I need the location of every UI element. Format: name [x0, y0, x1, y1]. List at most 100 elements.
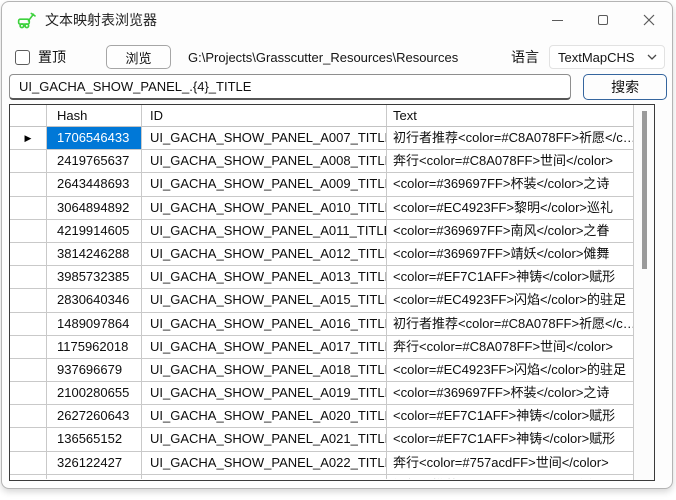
- cell-text[interactable]: <color=#EC4923FF>黎明</color>巡礼: [387, 197, 633, 219]
- cell-id[interactable]: UI_GACHA_SHOW_PANEL_A009_TITLE: [142, 173, 387, 195]
- search-input[interactable]: [9, 74, 571, 100]
- cell-hash[interactable]: [47, 475, 142, 479]
- search-row: 搜索: [2, 73, 672, 101]
- cell-hash[interactable]: 3064894892: [47, 197, 142, 219]
- table-row[interactable]: ▶ 1706546433 UI_GACHA_SHOW_PANEL_A007_TI…: [10, 127, 633, 150]
- table-row[interactable]: 2830640346 UI_GACHA_SHOW_PANEL_A015_TITL…: [10, 289, 633, 312]
- cell-hash[interactable]: 2643448693: [47, 173, 142, 195]
- cell-text[interactable]: <color=#369697FF>靖妖</color>傩舞: [387, 243, 633, 265]
- cell-id[interactable]: UI_GACHA_SHOW_PANEL_A015_TITLE: [142, 289, 387, 311]
- maximize-button[interactable]: [580, 2, 626, 38]
- cell-text[interactable]: <color=#369697FF>南风</color>之眷: [387, 220, 633, 242]
- cell-id[interactable]: [142, 475, 387, 479]
- cell-text[interactable]: <color=#EC4923FF>闪焰</color>的驻足: [387, 359, 633, 381]
- table-row[interactable]: 2643448693 UI_GACHA_SHOW_PANEL_A009_TITL…: [10, 173, 633, 196]
- cell-id[interactable]: UI_GACHA_SHOW_PANEL_A007_TITLE: [142, 127, 387, 149]
- cell-hash[interactable]: 2627260643: [47, 405, 142, 427]
- grid-header-row: Hash ID Text: [10, 105, 633, 127]
- cell-hash[interactable]: 3985732385: [47, 266, 142, 288]
- row-selector-header[interactable]: [10, 105, 47, 126]
- cell-hash[interactable]: 2100280655: [47, 382, 142, 404]
- table-row[interactable]: 1175962018 UI_GACHA_SHOW_PANEL_A017_TITL…: [10, 336, 633, 359]
- table-row[interactable]: 136565152 UI_GACHA_SHOW_PANEL_A021_TITLE…: [10, 428, 633, 451]
- cell-id[interactable]: UI_GACHA_SHOW_PANEL_A011_TITLE: [142, 220, 387, 242]
- cell-id[interactable]: UI_GACHA_SHOW_PANEL_A016_TITLE: [142, 313, 387, 335]
- cell-text[interactable]: <color=#EF7C1AFF>神铸</color>赋形: [387, 405, 633, 427]
- row-selector-cell[interactable]: [10, 405, 47, 427]
- cell-hash[interactable]: 136565152: [47, 428, 142, 450]
- cell-text[interactable]: 奔行<color=#757acdFF>世间</color>: [387, 452, 633, 474]
- cell-id[interactable]: UI_GACHA_SHOW_PANEL_A010_TITLE: [142, 197, 387, 219]
- cell-id[interactable]: UI_GACHA_SHOW_PANEL_A013_TITLE: [142, 266, 387, 288]
- cell-id[interactable]: UI_GACHA_SHOW_PANEL_A021_TITLE: [142, 428, 387, 450]
- cell-text[interactable]: <color=#369697FF>杯装</color>之诗: [387, 173, 633, 195]
- row-selector-cell[interactable]: [10, 243, 47, 265]
- cell-text[interactable]: 初行者推荐<color=#C8A078FF>祈愿</c…: [387, 313, 633, 335]
- row-selector-cell[interactable]: ▶: [10, 127, 47, 149]
- pin-on-top-checkbox[interactable]: [15, 50, 30, 65]
- table-row[interactable]: 3814246288 UI_GACHA_SHOW_PANEL_A012_TITL…: [10, 243, 633, 266]
- cell-text[interactable]: 初行者推荐<color=#C8A078FF>祈愿</c…: [387, 127, 633, 149]
- row-selector-cell[interactable]: [10, 336, 47, 358]
- scrollbar-thumb[interactable]: [642, 111, 647, 269]
- cell-hash[interactable]: 1489097864: [47, 313, 142, 335]
- row-selector-cell[interactable]: [10, 173, 47, 195]
- row-selector-cell[interactable]: [10, 452, 47, 474]
- table-row[interactable]: 4219914605 UI_GACHA_SHOW_PANEL_A011_TITL…: [10, 220, 633, 243]
- cell-id[interactable]: UI_GACHA_SHOW_PANEL_A019_TITLE: [142, 382, 387, 404]
- cell-id[interactable]: UI_GACHA_SHOW_PANEL_A022_TITLE: [142, 452, 387, 474]
- row-selector-cell[interactable]: [10, 197, 47, 219]
- row-selector-cell[interactable]: [10, 220, 47, 242]
- row-selector-cell[interactable]: [10, 382, 47, 404]
- table-row[interactable]: 937696679 UI_GACHA_SHOW_PANEL_A018_TITLE…: [10, 359, 633, 382]
- cell-text[interactable]: <color=#369697FF>杯装</color>之诗: [387, 382, 633, 404]
- row-selector-cell[interactable]: [10, 475, 47, 479]
- cell-id[interactable]: UI_GACHA_SHOW_PANEL_A018_TITLE: [142, 359, 387, 381]
- cell-hash[interactable]: 326122427: [47, 452, 142, 474]
- resources-path: G:\Projects\Grasscutter_Resources\Resour…: [188, 50, 458, 65]
- cell-id[interactable]: UI_GACHA_SHOW_PANEL_A020_TITLE: [142, 405, 387, 427]
- column-header-text[interactable]: Text: [387, 105, 633, 126]
- table-row[interactable]: 2100280655 UI_GACHA_SHOW_PANEL_A019_TITL…: [10, 382, 633, 405]
- cell-hash[interactable]: 2419765637: [47, 150, 142, 172]
- table-row[interactable]: 1489097864 UI_GACHA_SHOW_PANEL_A016_TITL…: [10, 313, 633, 336]
- cell-hash[interactable]: 4219914605: [47, 220, 142, 242]
- minimize-button[interactable]: [534, 2, 580, 38]
- column-header-hash[interactable]: Hash: [47, 105, 142, 126]
- cell-hash[interactable]: 2830640346: [47, 289, 142, 311]
- cell-hash[interactable]: 937696679: [47, 359, 142, 381]
- browse-button[interactable]: 浏览: [106, 45, 171, 69]
- row-selector-cell[interactable]: [10, 428, 47, 450]
- search-button[interactable]: 搜索: [583, 74, 667, 100]
- pin-on-top-label: 置顶: [38, 47, 66, 67]
- row-selector-cell[interactable]: [10, 266, 47, 288]
- cell-text[interactable]: 初行者推荐<color=#C8A078FF>祈愿</c…: [387, 475, 633, 479]
- cell-id[interactable]: UI_GACHA_SHOW_PANEL_A017_TITLE: [142, 336, 387, 358]
- grasscutter-lawnmower-icon: [16, 11, 36, 29]
- row-selector-cell[interactable]: [10, 359, 47, 381]
- cell-id[interactable]: UI_GACHA_SHOW_PANEL_A008_TITLE: [142, 150, 387, 172]
- cell-text[interactable]: 奔行<color=#C8A078FF>世间</color>: [387, 336, 633, 358]
- row-selector-cell[interactable]: [10, 313, 47, 335]
- cell-text[interactable]: 奔行<color=#C8A078FF>世间</color>: [387, 150, 633, 172]
- table-row[interactable]: 3985732385 UI_GACHA_SHOW_PANEL_A013_TITL…: [10, 266, 633, 289]
- cell-hash[interactable]: 1706546433: [47, 127, 142, 149]
- close-button[interactable]: [626, 2, 672, 38]
- column-header-id[interactable]: ID: [142, 105, 387, 126]
- cell-text[interactable]: <color=#EF7C1AFF>神铸</color>赋形: [387, 428, 633, 450]
- minimize-icon: [552, 20, 563, 21]
- cell-text[interactable]: <color=#EF7C1AFF>神铸</color>赋形: [387, 266, 633, 288]
- table-row[interactable]: 2627260643 UI_GACHA_SHOW_PANEL_A020_TITL…: [10, 405, 633, 428]
- row-selector-cell[interactable]: [10, 150, 47, 172]
- row-selector-cell[interactable]: [10, 289, 47, 311]
- table-row[interactable]: 326122427 UI_GACHA_SHOW_PANEL_A022_TITLE…: [10, 452, 633, 475]
- vertical-scrollbar[interactable]: [633, 105, 654, 480]
- language-select[interactable]: TextMapCHS: [549, 45, 665, 69]
- cell-id[interactable]: UI_GACHA_SHOW_PANEL_A012_TITLE: [142, 243, 387, 265]
- cell-text[interactable]: <color=#EC4923FF>闪焰</color>的驻足: [387, 289, 633, 311]
- table-row[interactable]: 2419765637 UI_GACHA_SHOW_PANEL_A008_TITL…: [10, 150, 633, 173]
- table-row[interactable]: 初行者推荐<color=#C8A078FF>祈愿</c…: [10, 475, 633, 479]
- table-row[interactable]: 3064894892 UI_GACHA_SHOW_PANEL_A010_TITL…: [10, 197, 633, 220]
- cell-hash[interactable]: 3814246288: [47, 243, 142, 265]
- cell-hash[interactable]: 1175962018: [47, 336, 142, 358]
